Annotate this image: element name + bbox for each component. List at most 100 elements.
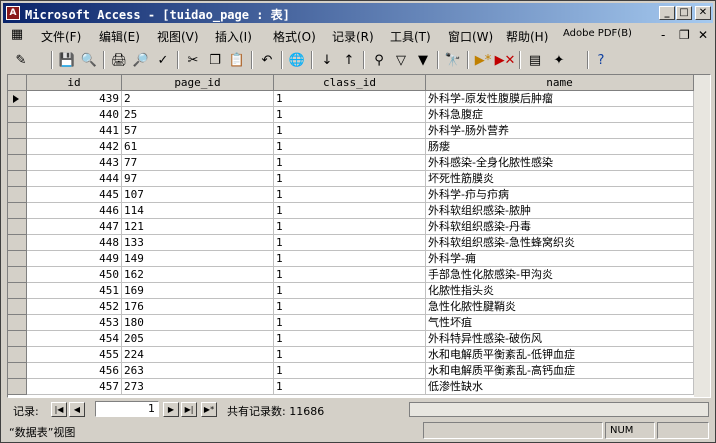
cell-page-id[interactable]: 149 xyxy=(122,251,274,267)
table-row[interactable]: 439 2 1 外科学-原发性腹膜后肿瘤 xyxy=(8,91,710,107)
search-icon[interactable]: 🔍 xyxy=(79,50,99,70)
table-row[interactable]: 447 121 1 外科软组织感染-丹毒 xyxy=(8,219,710,235)
cell-id[interactable]: 454 xyxy=(27,331,122,347)
table-row[interactable]: 440 25 1 外科急腹症 xyxy=(8,107,710,123)
cell-name[interactable]: 化脓性指头炎 xyxy=(426,283,694,299)
cell-id[interactable]: 447 xyxy=(27,219,122,235)
cell-id[interactable]: 452 xyxy=(27,299,122,315)
cell-name[interactable]: 水和电解质平衡紊乱-高钙血症 xyxy=(426,363,694,379)
record-selector[interactable] xyxy=(8,283,27,299)
previous-record-button[interactable]: ◀ xyxy=(69,402,85,417)
cell-class-id[interactable]: 1 xyxy=(274,139,426,155)
cell-name[interactable]: 外科学-肠外营养 xyxy=(426,123,694,139)
find-icon[interactable]: 🔭 xyxy=(443,50,463,70)
record-selector[interactable] xyxy=(8,203,27,219)
cell-id[interactable]: 442 xyxy=(27,139,122,155)
help-icon[interactable]: ? xyxy=(591,50,611,70)
cell-class-id[interactable]: 1 xyxy=(274,203,426,219)
mdi-close-button[interactable]: ✕ xyxy=(698,28,708,42)
cell-name[interactable]: 手部急性化脓感染-甲沟炎 xyxy=(426,267,694,283)
cell-name[interactable]: 外科软组织感染-急性蜂窝织炎 xyxy=(426,235,694,251)
table-row[interactable]: 455 224 1 水和电解质平衡紊乱-低钾血症 xyxy=(8,347,710,363)
sort-descending-icon[interactable]: ↑ xyxy=(339,50,359,70)
mdi-restore-button[interactable]: ❐ xyxy=(679,28,690,42)
new-object-icon[interactable]: ✦ xyxy=(549,50,569,70)
cell-id[interactable]: 439 xyxy=(27,91,122,107)
cell-class-id[interactable]: 1 xyxy=(274,235,426,251)
table-row[interactable]: 456 263 1 水和电解质平衡紊乱-高钙血症 xyxy=(8,363,710,379)
column-header-page-id[interactable]: page_id xyxy=(122,75,274,91)
cell-class-id[interactable]: 1 xyxy=(274,299,426,315)
last-record-button[interactable]: ▶| xyxy=(181,402,197,417)
table-row[interactable]: 451 169 1 化脓性指头炎 xyxy=(8,283,710,299)
cell-class-id[interactable]: 1 xyxy=(274,347,426,363)
menu-format[interactable]: 格式(O) xyxy=(273,28,316,45)
datasheet-grid[interactable]: id page_id class_id name 439 2 1 外科学-原发性腹膜后… xyxy=(7,74,711,398)
next-record-button[interactable]: ▶ xyxy=(163,402,179,417)
record-selector[interactable] xyxy=(8,171,27,187)
cell-class-id[interactable]: 1 xyxy=(274,283,426,299)
sort-ascending-icon[interactable]: ↓ xyxy=(317,50,337,70)
cell-page-id[interactable]: 273 xyxy=(122,379,274,395)
copy-icon[interactable]: ❐ xyxy=(205,50,225,70)
access-app-icon[interactable]: A xyxy=(6,6,20,20)
maximize-button[interactable]: □ xyxy=(676,6,692,20)
cell-id[interactable]: 450 xyxy=(27,267,122,283)
cell-page-id[interactable]: 121 xyxy=(122,219,274,235)
record-selector[interactable] xyxy=(8,315,27,331)
cell-name[interactable]: 外科学-疖与疖病 xyxy=(426,187,694,203)
menu-file[interactable]: 文件(F) xyxy=(41,28,81,45)
record-selector[interactable] xyxy=(8,107,27,123)
menu-app-icon[interactable]: ▦ xyxy=(7,24,27,44)
table-row[interactable]: 441 57 1 外科学-肠外营养 xyxy=(8,123,710,139)
cell-class-id[interactable]: 1 xyxy=(274,187,426,203)
current-record-field[interactable]: 1 xyxy=(95,401,159,417)
table-row[interactable]: 444 97 1 坏死性筋膜炎 xyxy=(8,171,710,187)
cell-class-id[interactable]: 1 xyxy=(274,91,426,107)
cell-page-id[interactable]: 176 xyxy=(122,299,274,315)
record-selector[interactable] xyxy=(8,331,27,347)
table-row[interactable]: 450 162 1 手部急性化脓感染-甲沟炎 xyxy=(8,267,710,283)
cell-id[interactable]: 456 xyxy=(27,363,122,379)
menu-records[interactable]: 记录(R) xyxy=(332,28,374,45)
record-selector[interactable] xyxy=(8,155,27,171)
cell-class-id[interactable]: 1 xyxy=(274,267,426,283)
minimize-button[interactable]: _ xyxy=(659,6,675,20)
cell-id[interactable]: 440 xyxy=(27,107,122,123)
save-icon[interactable]: 💾 xyxy=(57,50,77,70)
cell-id[interactable]: 451 xyxy=(27,283,122,299)
filter-by-form-icon[interactable]: ▽ xyxy=(391,50,411,70)
cell-id[interactable]: 443 xyxy=(27,155,122,171)
table-row[interactable]: 443 77 1 外科感染-全身化脓性感染 xyxy=(8,155,710,171)
close-button[interactable]: ✕ xyxy=(695,6,711,20)
menu-window[interactable]: 窗口(W) xyxy=(448,28,493,45)
cell-id[interactable]: 455 xyxy=(27,347,122,363)
table-row[interactable]: 442 61 1 肠瘘 xyxy=(8,139,710,155)
print-preview-icon[interactable]: 🔎 xyxy=(131,50,151,70)
cell-name[interactable]: 低渗性缺水 xyxy=(426,379,694,395)
record-selector[interactable] xyxy=(8,363,27,379)
apply-filter-icon[interactable]: ▼ xyxy=(413,50,433,70)
cell-id[interactable]: 446 xyxy=(27,203,122,219)
cell-class-id[interactable]: 1 xyxy=(274,331,426,347)
record-selector[interactable] xyxy=(8,139,27,155)
record-selector[interactable] xyxy=(8,123,27,139)
select-all-corner[interactable] xyxy=(8,75,27,91)
cut-icon[interactable]: ✂ xyxy=(183,50,203,70)
cell-page-id[interactable]: 57 xyxy=(122,123,274,139)
record-selector[interactable] xyxy=(8,251,27,267)
menu-tools[interactable]: 工具(T) xyxy=(390,28,431,45)
cell-name[interactable]: 外科软组织感染-丹毒 xyxy=(426,219,694,235)
vertical-scrollbar[interactable] xyxy=(694,75,710,397)
column-header-class-id[interactable]: class_id xyxy=(274,75,426,91)
mdi-minimize-button[interactable]: - xyxy=(661,28,665,42)
cell-name[interactable]: 外科学-原发性腹膜后肿瘤 xyxy=(426,91,694,107)
table-row[interactable]: 452 176 1 急性化脓性腱鞘炎 xyxy=(8,299,710,315)
table-row[interactable]: 449 149 1 外科学-痈 xyxy=(8,251,710,267)
column-header-name[interactable]: name xyxy=(426,75,694,91)
menu-insert[interactable]: 插入(I) xyxy=(215,28,252,45)
print-icon[interactable]: 🖨 xyxy=(109,50,129,70)
menu-adobe-pdf[interactable]: Adobe PDF(B) xyxy=(563,28,632,39)
cell-class-id[interactable]: 1 xyxy=(274,251,426,267)
database-window-icon[interactable]: ▤ xyxy=(525,50,545,70)
